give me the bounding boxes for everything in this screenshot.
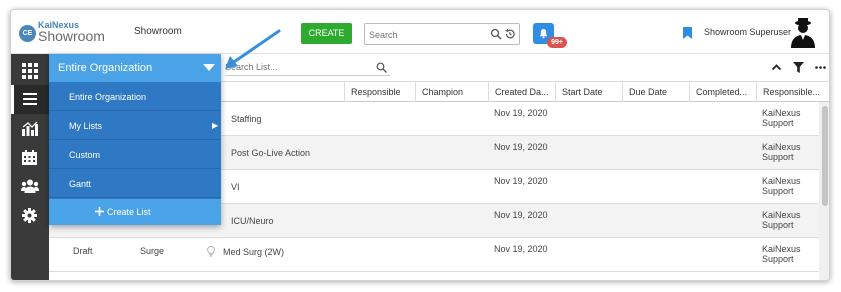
chart-icon <box>22 121 38 136</box>
row-created-date: Nov 19, 2020 <box>494 176 548 186</box>
menu-item-my-lists[interactable]: My Lists ▶ <box>49 111 221 140</box>
nav-lists[interactable] <box>11 85 49 114</box>
row-type: Surge <box>140 246 165 256</box>
row-created-date: Nov 19, 2020 <box>494 142 548 152</box>
logo-badge: CE <box>19 25 36 42</box>
row-name[interactable]: ICU/Neuro <box>231 216 274 226</box>
annotation-arrow-icon <box>225 29 281 69</box>
row-name[interactable]: VI <box>231 182 240 192</box>
nav-reports[interactable] <box>11 114 49 143</box>
column-header-completed[interactable]: Completed... <box>689 82 756 102</box>
column-header-responsible[interactable]: Responsible <box>344 82 415 102</box>
user-name[interactable]: Showroom Superuser <box>704 27 791 37</box>
row-name[interactable]: Staffing <box>231 114 261 124</box>
notification-count-badge: 99+ <box>547 37 567 48</box>
scrollbar-thumb[interactable] <box>822 106 828 206</box>
search-input[interactable] <box>369 28 484 41</box>
menu-item-gantt[interactable]: Gantt <box>49 169 221 198</box>
nav-people[interactable] <box>11 172 49 201</box>
search-icon[interactable] <box>376 62 387 73</box>
chevron-right-icon: ▶ <box>212 121 219 130</box>
row-created-date: Nov 19, 2020 <box>494 244 548 254</box>
vertical-scrollbar[interactable] <box>819 102 829 280</box>
list-selector-toggle[interactable]: Entire Organization <box>49 54 221 82</box>
caret-down-icon <box>203 64 215 71</box>
menu-item-entire-organization[interactable]: Entire Organization <box>49 82 221 111</box>
top-header: CE KaiNexus Showroom Showroom CREATE 99 <box>11 10 829 54</box>
kainexus-logo[interactable]: CE KaiNexus Showroom <box>19 18 109 46</box>
row-responsible: KaiNexus Support <box>762 210 801 230</box>
list-selector-dropdown: Entire Organization Entire Organization … <box>49 54 221 225</box>
lightbulb-icon <box>207 246 215 257</box>
selected-list-label: Entire Organization <box>58 62 153 74</box>
row-responsible: KaiNexus Support <box>762 176 801 196</box>
row-name[interactable]: Post Go-Live Action <box>231 148 310 158</box>
list-icon <box>23 93 37 105</box>
people-icon <box>21 179 39 193</box>
create-button[interactable]: CREATE <box>301 23 352 44</box>
table-row[interactable]: Draft Surge Med Surg (2W) Nov 19, 2020 K… <box>49 238 819 272</box>
avatar[interactable] <box>787 16 819 48</box>
column-header-created-date[interactable]: Created Da... <box>488 82 555 102</box>
column-header-due-date[interactable]: Due Date <box>622 82 689 102</box>
row-responsible: KaiNexus Support <box>762 108 801 128</box>
row-status: Draft <box>73 246 93 256</box>
nav-apps[interactable] <box>11 56 49 85</box>
more-options-icon[interactable] <box>815 62 826 73</box>
logo-product: Showroom <box>38 28 105 44</box>
nav-calendar[interactable] <box>11 143 49 172</box>
column-header-responsible-2[interactable]: Responsible... <box>756 82 819 102</box>
row-created-date: Nov 19, 2020 <box>494 108 548 118</box>
create-list-button[interactable]: Create List <box>49 199 221 225</box>
search-icon[interactable] <box>490 28 502 40</box>
row-name[interactable]: Med Surg (2W) <box>223 247 284 257</box>
column-header-start-date[interactable]: Start Date <box>555 82 622 102</box>
filter-icon[interactable] <box>793 62 804 73</box>
column-header-champion[interactable]: Champion <box>415 82 488 102</box>
page-title: Showroom <box>134 26 182 37</box>
row-responsible: KaiNexus Support <box>762 244 801 264</box>
nav-settings[interactable] <box>11 201 49 230</box>
global-search[interactable] <box>364 23 520 45</box>
bell-icon <box>539 29 548 39</box>
history-icon[interactable] <box>504 28 516 40</box>
collapse-icon[interactable] <box>771 62 782 73</box>
bookmark-icon[interactable] <box>683 27 692 39</box>
app-window: CE KaiNexus Showroom Showroom CREATE 99 <box>10 9 830 281</box>
row-created-date: Nov 19, 2020 <box>494 210 548 220</box>
calendar-icon <box>22 150 37 165</box>
gear-icon <box>22 208 37 223</box>
plus-icon <box>95 207 104 216</box>
menu-item-custom[interactable]: Custom <box>49 140 221 169</box>
apps-grid-icon <box>22 63 38 79</box>
row-responsible: KaiNexus Support <box>762 142 801 162</box>
left-nav-rail <box>11 54 49 280</box>
